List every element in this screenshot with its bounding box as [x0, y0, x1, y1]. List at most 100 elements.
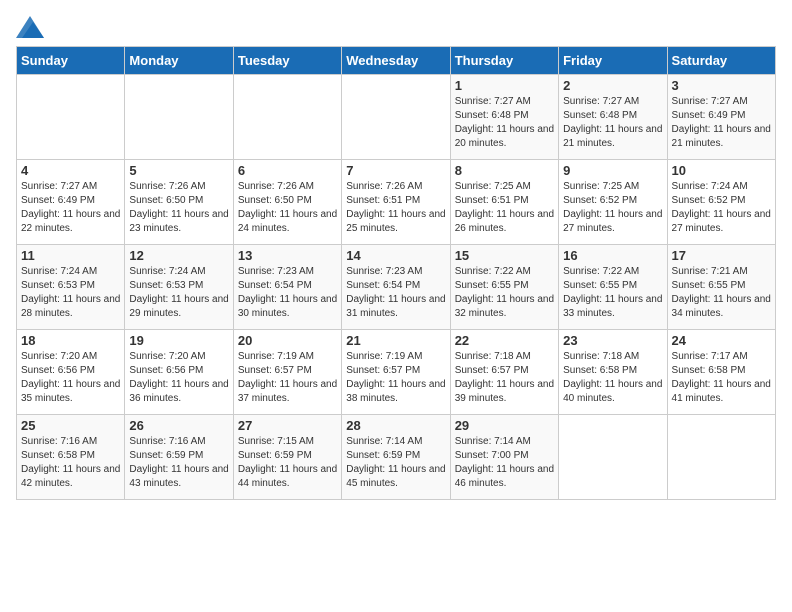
day-number: 1 [455, 78, 554, 93]
day-number: 22 [455, 333, 554, 348]
calendar-cell: 13 Sunrise: 7:23 AMSunset: 6:54 PMDayligh… [233, 245, 341, 330]
calendar-week-4: 18 Sunrise: 7:20 AMSunset: 6:56 PMDayligh… [17, 330, 776, 415]
day-info: Sunrise: 7:19 AMSunset: 6:57 PMDaylight:… [238, 350, 337, 406]
calendar-cell: 25 Sunrise: 7:16 AMSunset: 6:58 PMDayligh… [17, 415, 125, 500]
day-info: Sunrise: 7:15 AMSunset: 6:59 PMDaylight:… [238, 435, 337, 491]
calendar-cell: 29 Sunrise: 7:14 AMSunset: 7:00 PMDayligh… [450, 415, 558, 500]
day-number: 18 [21, 333, 120, 348]
day-info: Sunrise: 7:25 AMSunset: 6:52 PMDaylight:… [563, 180, 662, 236]
day-info: Sunrise: 7:21 AMSunset: 6:55 PMDaylight:… [672, 265, 771, 321]
day-number: 25 [21, 418, 120, 433]
calendar-cell: 2 Sunrise: 7:27 AMSunset: 6:48 PMDaylight… [559, 75, 667, 160]
day-info: Sunrise: 7:14 AMSunset: 7:00 PMDaylight:… [455, 435, 554, 491]
day-number: 10 [672, 163, 771, 178]
calendar-cell: 20 Sunrise: 7:19 AMSunset: 6:57 PMDayligh… [233, 330, 341, 415]
calendar-cell: 9 Sunrise: 7:25 AMSunset: 6:52 PMDaylight… [559, 160, 667, 245]
day-number: 29 [455, 418, 554, 433]
day-info: Sunrise: 7:18 AMSunset: 6:58 PMDaylight:… [563, 350, 662, 406]
calendar-cell: 14 Sunrise: 7:23 AMSunset: 6:54 PMDayligh… [342, 245, 450, 330]
day-info: Sunrise: 7:26 AMSunset: 6:50 PMDaylight:… [238, 180, 337, 236]
calendar-cell [125, 75, 233, 160]
calendar-cell [559, 415, 667, 500]
day-number: 14 [346, 248, 445, 263]
calendar-cell: 18Sunrise: 7:20 AMSunset: 6:56 PMDayligh… [17, 330, 125, 415]
day-number: 12 [129, 248, 228, 263]
calendar-table: SundayMondayTuesdayWednesdayThursdayFrid… [16, 46, 776, 500]
day-info: Sunrise: 7:27 AMSunset: 6:49 PMDaylight:… [21, 180, 120, 236]
day-number: 27 [238, 418, 337, 433]
calendar-cell: 23 Sunrise: 7:18 AMSunset: 6:58 PMDayligh… [559, 330, 667, 415]
calendar-cell [342, 75, 450, 160]
header-saturday: Saturday [667, 47, 775, 75]
calendar-cell [233, 75, 341, 160]
calendar-cell: 16 Sunrise: 7:22 AMSunset: 6:55 PMDayligh… [559, 245, 667, 330]
day-info: Sunrise: 7:19 AMSunset: 6:57 PMDaylight:… [346, 350, 445, 406]
day-info: Sunrise: 7:26 AMSunset: 6:50 PMDaylight:… [129, 180, 228, 236]
logo-icon [16, 16, 44, 38]
day-number: 8 [455, 163, 554, 178]
header-thursday: Thursday [450, 47, 558, 75]
day-number: 11 [21, 248, 120, 263]
day-info: Sunrise: 7:27 AMSunset: 6:48 PMDaylight:… [563, 95, 662, 151]
calendar-header-row: SundayMondayTuesdayWednesdayThursdayFrid… [17, 47, 776, 75]
day-number: 24 [672, 333, 771, 348]
day-info: Sunrise: 7:16 AMSunset: 6:59 PMDaylight:… [129, 435, 228, 491]
day-number: 26 [129, 418, 228, 433]
day-number: 13 [238, 248, 337, 263]
day-number: 20 [238, 333, 337, 348]
calendar-cell: 6 Sunrise: 7:26 AMSunset: 6:50 PMDaylight… [233, 160, 341, 245]
calendar-cell: 17 Sunrise: 7:21 AMSunset: 6:55 PMDayligh… [667, 245, 775, 330]
calendar-cell: 28Sunrise: 7:14 AMSunset: 6:59 PMDayligh… [342, 415, 450, 500]
calendar-cell: 21 Sunrise: 7:19 AMSunset: 6:57 PMDayligh… [342, 330, 450, 415]
calendar-week-3: 11 Sunrise: 7:24 AMSunset: 6:53 PMDayligh… [17, 245, 776, 330]
day-info: Sunrise: 7:23 AMSunset: 6:54 PMDaylight:… [238, 265, 337, 321]
header-wednesday: Wednesday [342, 47, 450, 75]
calendar-cell: 11 Sunrise: 7:24 AMSunset: 6:53 PMDayligh… [17, 245, 125, 330]
header-sunday: Sunday [17, 47, 125, 75]
calendar-week-5: 25 Sunrise: 7:16 AMSunset: 6:58 PMDayligh… [17, 415, 776, 500]
day-info: Sunrise: 7:22 AMSunset: 6:55 PMDaylight:… [563, 265, 662, 321]
calendar-cell: 27 Sunrise: 7:15 AMSunset: 6:59 PMDayligh… [233, 415, 341, 500]
day-number: 5 [129, 163, 228, 178]
calendar-cell: 4Sunrise: 7:27 AMSunset: 6:49 PMDaylight… [17, 160, 125, 245]
calendar-cell: 22 Sunrise: 7:18 AMSunset: 6:57 PMDayligh… [450, 330, 558, 415]
logo [16, 16, 48, 38]
day-number: 7 [346, 163, 445, 178]
day-number: 6 [238, 163, 337, 178]
page-header [16, 16, 776, 38]
calendar-cell: 3 Sunrise: 7:27 AMSunset: 6:49 PMDaylight… [667, 75, 775, 160]
calendar-week-1: 1 Sunrise: 7:27 AMSunset: 6:48 PMDaylight… [17, 75, 776, 160]
day-info: Sunrise: 7:20 AMSunset: 6:56 PMDaylight:… [129, 350, 228, 406]
day-info: Sunrise: 7:25 AMSunset: 6:51 PMDaylight:… [455, 180, 554, 236]
calendar-cell: 19 Sunrise: 7:20 AMSunset: 6:56 PMDayligh… [125, 330, 233, 415]
day-info: Sunrise: 7:27 AMSunset: 6:48 PMDaylight:… [455, 95, 554, 151]
calendar-cell: 7 Sunrise: 7:26 AMSunset: 6:51 PMDaylight… [342, 160, 450, 245]
calendar-cell [17, 75, 125, 160]
day-number: 17 [672, 248, 771, 263]
calendar-cell: 26 Sunrise: 7:16 AMSunset: 6:59 PMDayligh… [125, 415, 233, 500]
calendar-cell: 24Sunrise: 7:17 AMSunset: 6:58 PMDayligh… [667, 330, 775, 415]
day-number: 16 [563, 248, 662, 263]
calendar-cell: 12Sunrise: 7:24 AMSunset: 6:53 PMDayligh… [125, 245, 233, 330]
header-tuesday: Tuesday [233, 47, 341, 75]
calendar-week-2: 4Sunrise: 7:27 AMSunset: 6:49 PMDaylight… [17, 160, 776, 245]
calendar-cell: 10Sunrise: 7:24 AMSunset: 6:52 PMDayligh… [667, 160, 775, 245]
header-monday: Monday [125, 47, 233, 75]
day-info: Sunrise: 7:27 AMSunset: 6:49 PMDaylight:… [672, 95, 771, 151]
day-number: 2 [563, 78, 662, 93]
day-number: 23 [563, 333, 662, 348]
day-info: Sunrise: 7:24 AMSunset: 6:53 PMDaylight:… [21, 265, 120, 321]
day-info: Sunrise: 7:16 AMSunset: 6:58 PMDaylight:… [21, 435, 120, 491]
day-info: Sunrise: 7:23 AMSunset: 6:54 PMDaylight:… [346, 265, 445, 321]
day-info: Sunrise: 7:22 AMSunset: 6:55 PMDaylight:… [455, 265, 554, 321]
day-number: 9 [563, 163, 662, 178]
day-number: 19 [129, 333, 228, 348]
calendar-cell: 8 Sunrise: 7:25 AMSunset: 6:51 PMDaylight… [450, 160, 558, 245]
calendar-cell: 5 Sunrise: 7:26 AMSunset: 6:50 PMDaylight… [125, 160, 233, 245]
day-number: 21 [346, 333, 445, 348]
day-info: Sunrise: 7:26 AMSunset: 6:51 PMDaylight:… [346, 180, 445, 236]
day-number: 3 [672, 78, 771, 93]
day-number: 15 [455, 248, 554, 263]
calendar-cell [667, 415, 775, 500]
day-info: Sunrise: 7:18 AMSunset: 6:57 PMDaylight:… [455, 350, 554, 406]
